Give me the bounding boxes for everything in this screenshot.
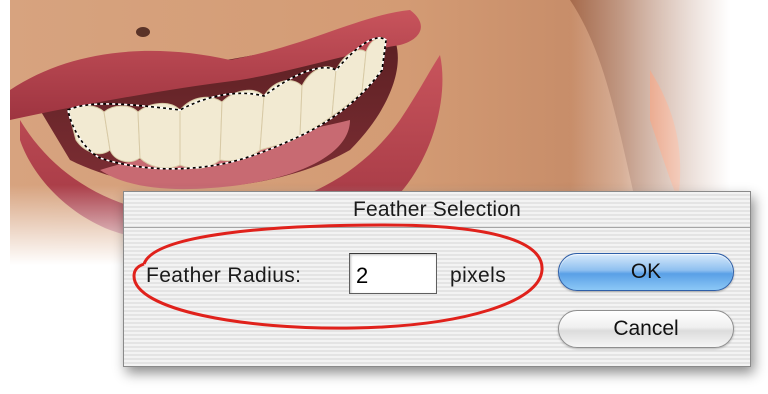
dialog-title: Feather Selection bbox=[353, 198, 521, 221]
feather-selection-dialog: Feather Selection Feather Radius: pixels… bbox=[123, 191, 751, 367]
screenshot: Feather Selection Feather Radius: pixels… bbox=[0, 0, 768, 394]
mole bbox=[136, 27, 150, 37]
feather-radius-label: Feather Radius: bbox=[146, 264, 302, 287]
pixels-unit-label: pixels bbox=[450, 264, 507, 287]
feather-radius-input[interactable] bbox=[349, 253, 437, 294]
cancel-button[interactable]: Cancel bbox=[558, 310, 734, 348]
ok-button[interactable]: OK bbox=[558, 253, 734, 291]
dialog-titlebar[interactable]: Feather Selection bbox=[124, 192, 750, 228]
